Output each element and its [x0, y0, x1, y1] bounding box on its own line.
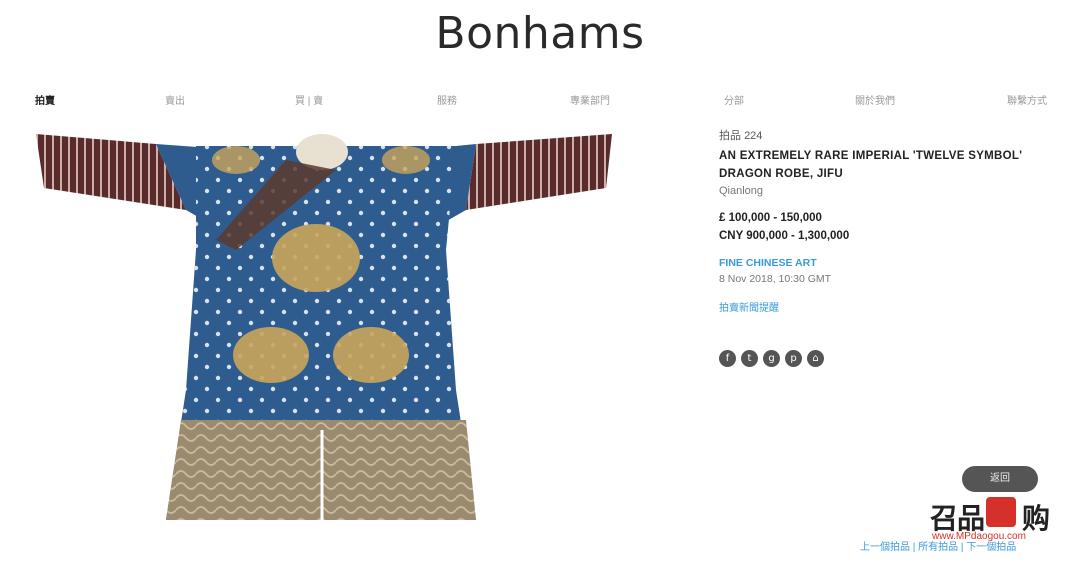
all-lots-link[interactable]: 所有拍品 — [918, 542, 958, 553]
next-lot-link[interactable]: 下一個拍品 — [966, 542, 1016, 553]
lot-details: 拍品 224 AN EXTREMELY RARE IMPERIAL 'TWELV… — [719, 127, 1059, 314]
back-button[interactable]: 返回 — [962, 466, 1038, 492]
nav-item-about[interactable]: 關於我們 — [855, 92, 895, 107]
pager-sep: | — [910, 542, 919, 553]
prev-lot-link[interactable]: 上一個拍品 — [860, 542, 910, 553]
main-nav: 拍賣 賣出 買 | 賣 服務 專業部門 分部 關於我們 聯繫方式 — [0, 92, 1080, 112]
lot-number-line: 拍品 224 — [719, 127, 1059, 143]
watermark-suffix: 购 — [1022, 502, 1050, 535]
twitter-icon[interactable]: t — [741, 350, 758, 367]
lot-title-line2: DRAGON ROBE, JIFU — [719, 168, 843, 180]
dragon-robe-image — [36, 134, 612, 520]
lot-image[interactable] — [36, 130, 616, 526]
estimate-gbp: £ 100,000 - 150,000 — [719, 212, 822, 224]
lot-number: 224 — [744, 130, 763, 142]
bonhams-logo[interactable]: Bonhams — [0, 8, 1080, 59]
nav-item-sell[interactable]: 賣出 — [165, 92, 185, 107]
estimate-cny: CNY 900,000 - 1,300,000 — [719, 230, 850, 242]
lot-title-line1: AN EXTREMELY RARE IMPERIAL 'TWELVE SYMBO… — [719, 150, 1023, 162]
nav-item-services[interactable]: 服務 — [437, 92, 457, 107]
auction-alert-link[interactable]: 拍賣新聞提醒 — [719, 299, 1059, 314]
lot-pager: 上一個拍品 | 所有拍品 | 下一個拍品 — [860, 538, 1016, 553]
nav-item-contact[interactable]: 聯繫方式 — [1007, 92, 1047, 107]
department-link[interactable]: FINE CHINESE ART — [719, 257, 1059, 269]
nav-item-auctions[interactable]: 拍賣 — [35, 92, 55, 107]
facebook-icon[interactable]: f — [719, 350, 736, 367]
sale-date: 8 Nov 2018, 10:30 GMT — [719, 273, 832, 285]
lot-prefix: 拍品 — [719, 130, 741, 142]
share-icon[interactable]: ⌂ — [807, 350, 824, 367]
google-plus-icon[interactable]: g — [763, 350, 780, 367]
watermark-red-block — [986, 497, 1016, 527]
nav-item-offices[interactable]: 分部 — [724, 92, 744, 107]
nav-item-departments[interactable]: 專業部門 — [570, 92, 610, 107]
lot-period: Qianlong — [719, 185, 764, 197]
nav-item-buy-sell[interactable]: 買 | 賣 — [295, 92, 323, 107]
pinterest-icon[interactable]: p — [785, 350, 802, 367]
